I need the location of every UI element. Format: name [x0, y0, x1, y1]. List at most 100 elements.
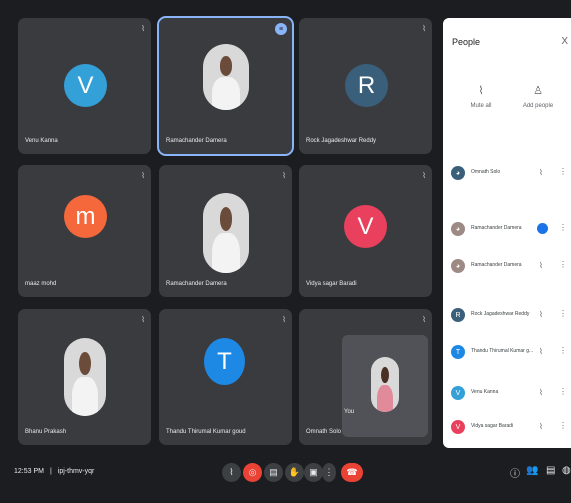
more-vert-icon[interactable]: ⋮ — [559, 421, 567, 430]
self-preview[interactable]: You — [342, 335, 428, 437]
participant-tile[interactable]: ⌇ V Venu Kanna — [18, 18, 151, 154]
participant-name: maaz mohd — [25, 281, 57, 287]
add-people-label: Add people — [522, 103, 554, 109]
end-call-button[interactable]: ☎ — [341, 463, 363, 482]
participant-name: Venu Kanna — [25, 138, 58, 144]
participant-name: Omnath Solo — [471, 169, 501, 175]
participant-list-item[interactable]: V Venu Kanna ⌇ ⋮ — [449, 383, 567, 403]
present-button[interactable]: ▣ — [304, 463, 323, 482]
participant-tile[interactable]: ⌇ Ramachander Damera — [159, 165, 292, 297]
participant-name: Omnath Solo — [306, 429, 342, 435]
add-person-icon: ♙ — [533, 85, 543, 97]
mic-off-icon: ⌇ — [141, 24, 145, 33]
mic-button[interactable]: ⌇ — [222, 463, 241, 482]
participant-list-item[interactable]: T Thandu Thirumal Kumar g... ⌇ ⋮ — [449, 342, 567, 362]
participant-name: Vidya sagar Baradi — [306, 281, 357, 287]
mute-all-button[interactable]: ⌇ Mute all — [461, 84, 501, 109]
captions-icon: ▤ — [269, 467, 278, 477]
participant-name: Thandu Thirumal Kumar g... — [471, 348, 534, 354]
meeting-info: 12:53 PM | ipj-thmv-yqr — [14, 468, 94, 475]
participant-name: Vidya sagar Baradi — [471, 423, 514, 429]
participant-name: Rock Jagadeshwar Reddy — [471, 311, 530, 317]
participant-list-item[interactable]: R Rock Jagadeshwar Reddy ⌇ ⋮ — [449, 305, 567, 325]
meeting-time: 12:53 PM — [14, 468, 44, 475]
hand-icon: ✋ — [288, 467, 301, 477]
participant-name: Thandu Thirumal Kumar goud — [166, 429, 246, 435]
mic-off-icon: ⌇ — [282, 315, 286, 324]
chat-icon[interactable]: ▤ — [546, 465, 555, 476]
participant-tile-self[interactable]: ⌇ Omnath Solo You — [299, 309, 432, 445]
more-vert-icon[interactable]: ⋮ — [559, 387, 567, 396]
bottom-toolbar: 12:53 PM | ipj-thmv-yqr ⌇ ◎ ▤ ✋ ▣ ⋮ ☎ ⓘ … — [0, 455, 571, 495]
more-vert-icon[interactable]: ⋮ — [559, 346, 567, 355]
avatar: T — [451, 345, 465, 359]
participant-photo — [203, 193, 249, 273]
avatar: V — [64, 64, 107, 107]
mic-off-icon[interactable]: ⌇ — [539, 168, 543, 177]
mic-off-icon[interactable]: ⌇ — [539, 388, 543, 397]
mic-off-icon: ⌇ — [422, 315, 426, 324]
avatar: ◕ — [451, 259, 465, 273]
avatar: ◕ — [451, 166, 465, 180]
meeting-divider: | — [49, 468, 52, 475]
avatar: V — [451, 420, 465, 434]
close-icon[interactable]: X — [561, 36, 568, 47]
self-photo — [371, 357, 399, 412]
avatar: V — [451, 386, 465, 400]
participant-name: Ramachander Damera — [471, 225, 522, 231]
avatar: m — [64, 195, 107, 238]
participant-list-item[interactable]: ◕ Omnath Solo ⌇ ⋮ — [449, 163, 567, 183]
add-people-button[interactable]: ♙ Add people — [518, 84, 558, 109]
present-icon: ▣ — [309, 467, 318, 477]
participant-name: Rock Jagadeshwar Reddy — [306, 138, 377, 144]
camera-button[interactable]: ◎ — [243, 463, 262, 482]
self-label: You — [344, 409, 355, 415]
participant-name: Bhanu Prakash — [25, 429, 67, 435]
people-icon[interactable]: 👥 — [526, 465, 538, 476]
more-options-button[interactable]: ⋮ — [322, 463, 336, 482]
more-vert-icon: ⋮ — [324, 467, 334, 477]
avatar: T — [204, 338, 245, 385]
mic-off-icon: ⌇ — [141, 171, 145, 180]
avatar: V — [344, 205, 387, 248]
mic-off-icon[interactable]: ⌇ — [539, 310, 543, 319]
participant-photo — [203, 44, 249, 110]
more-vert-icon[interactable]: ⋮ — [559, 167, 567, 176]
participant-list-item[interactable]: V Vidya sagar Baradi ⌇ ⋮ — [449, 417, 567, 437]
mic-icon: ⌇ — [229, 467, 234, 477]
participant-name: Venu Kanna — [471, 389, 499, 395]
mute-all-label: Mute all — [470, 103, 492, 109]
participant-name: Ramachander Damera — [166, 281, 227, 287]
camera-off-icon: ◎ — [248, 467, 257, 477]
phone-hangup-icon: ☎ — [346, 467, 358, 477]
raise-hand-button[interactable]: ✋ — [285, 463, 304, 482]
participant-list-item[interactable]: ◕ Ramachander Damera ⋮ — [449, 219, 567, 239]
meeting-code: ipj-thmv-yqr — [57, 468, 95, 475]
participant-name: Ramachander Damera — [166, 138, 227, 144]
activities-icon[interactable]: ◍ — [562, 465, 571, 476]
mic-off-icon[interactable]: ⌇ — [539, 347, 543, 356]
participant-list-item[interactable]: ◕ Ramachander Damera ⌇ ⋮ — [449, 256, 567, 276]
info-icon[interactable]: ⓘ — [510, 465, 520, 480]
avatar: ◕ — [451, 222, 465, 236]
more-vert-icon[interactable]: ⋮ — [559, 309, 567, 318]
more-vert-icon[interactable]: ⋮ — [559, 260, 567, 269]
mic-off-icon[interactable]: ⌇ — [539, 261, 543, 270]
mic-off-icon: ⌇ — [422, 24, 426, 33]
participant-tile[interactable]: ⌇ T Thandu Thirumal Kumar goud — [159, 309, 292, 445]
participant-tile[interactable]: ⌇ Bhanu Prakash — [18, 309, 151, 445]
mic-off-icon: ⌇ — [141, 315, 145, 324]
avatar: R — [451, 308, 465, 322]
participant-photo — [64, 338, 106, 416]
speaking-icon — [537, 223, 548, 234]
participant-tile[interactable]: ⌇ m maaz mohd — [18, 165, 151, 297]
participant-tile-active[interactable]: ≡ Ramachander Damera — [157, 16, 294, 156]
speaking-icon: ≡ — [275, 23, 287, 35]
mic-off-icon[interactable]: ⌇ — [539, 422, 543, 431]
more-vert-icon[interactable]: ⋮ — [559, 223, 567, 232]
captions-button[interactable]: ▤ — [264, 463, 283, 482]
participant-tile[interactable]: ⌇ V Vidya sagar Baradi — [299, 165, 432, 297]
avatar: R — [345, 64, 388, 107]
participant-tile[interactable]: ⌇ R Rock Jagadeshwar Reddy — [299, 18, 432, 154]
participant-name: Ramachander Damera — [471, 262, 522, 268]
